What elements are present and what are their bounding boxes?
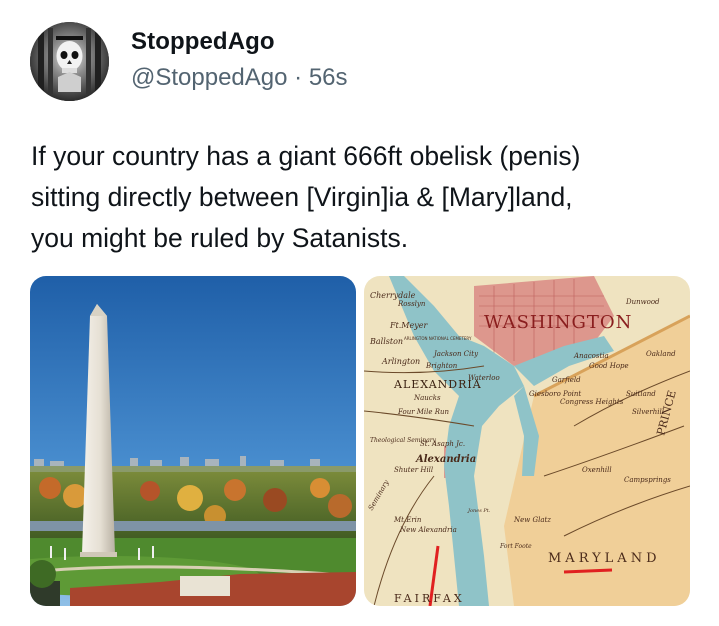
- map-label-waterloo: Waterloo: [468, 374, 500, 382]
- washington-monument-photo[interactable]: [30, 276, 356, 606]
- map-label-alexandria: Alexandria: [415, 454, 476, 465]
- map-label-arlington-cemetery: ARLINGTON NATIONAL CEMETERY: [404, 336, 472, 341]
- map-label-maryland: MARYLAND: [548, 551, 661, 566]
- map-label-new-glatz: New Glatz: [513, 516, 551, 524]
- avatar-skull-icon: [30, 22, 109, 101]
- map-label-new-alexandria: New Alexandria: [399, 526, 457, 534]
- map-label-suitland: Suitland: [626, 390, 656, 398]
- map-label-garfield: Garfield: [552, 376, 581, 384]
- author-name[interactable]: StoppedAgo: [131, 28, 275, 56]
- map-label-naucks: Naucks: [413, 394, 441, 402]
- post-time[interactable]: 56s: [309, 64, 348, 91]
- map-label-brighton: Brighton: [425, 362, 458, 370]
- map-label-campsprings: Campsprings: [624, 476, 671, 484]
- map-label-dunwood: Dunwood: [625, 298, 660, 306]
- meta-separator: ·: [294, 64, 303, 91]
- map-label-washington: WASHINGTON: [484, 312, 632, 333]
- map-label-fort-foote: Fort Foote: [499, 543, 532, 550]
- map-label-ballston: Ballston: [369, 337, 403, 346]
- map-label-oakland: Oakland: [646, 350, 676, 358]
- map-label-shuter-hill: Shuter Hill: [394, 466, 433, 474]
- map-label-good-hope: Good Hope: [589, 362, 629, 370]
- avatar[interactable]: [30, 22, 109, 101]
- author-meta: @StoppedAgo · 56s: [131, 64, 348, 92]
- map-label-mt-erin: Mt.Erin: [393, 516, 422, 524]
- map-label-arlington: Arlington: [381, 357, 420, 366]
- map-label-oxenhill: Oxenhill: [582, 466, 612, 474]
- post-card: StoppedAgo @StoppedAgo · 56s If your cou…: [0, 0, 719, 626]
- map-label-anacostia: Anacostia: [573, 352, 609, 360]
- map-label-rosslyn: Rosslyn: [397, 300, 426, 308]
- map-label-jones-pt: Jones Pt.: [467, 508, 491, 514]
- map-label-fairfax: FAIRFAX: [394, 592, 465, 605]
- map-label-four-mile-run: Four Mile Run: [397, 408, 450, 416]
- historic-map-of-washington-region[interactable]: Cherrydale Rosslyn Ft.Meyer WASHINGTON B…: [364, 276, 690, 606]
- map-label-jackson-city: Jackson City: [432, 350, 479, 358]
- media-gallery: Cherrydale Rosslyn Ft.Meyer WASHINGTON B…: [30, 276, 690, 606]
- author-handle[interactable]: @StoppedAgo: [131, 64, 287, 91]
- map-label-cherrydale: Cherrydale: [370, 291, 416, 300]
- map-label-ft-meyer: Ft.Meyer: [389, 321, 428, 330]
- map-label-congress-heights: Congress Heights: [560, 398, 624, 406]
- map-label-st-asaph: St. Asaph Jc.: [420, 440, 465, 448]
- post-text: If your country has a giant 666ft obelis…: [31, 141, 581, 253]
- map-label-giesboro-point: Giesboro Point: [529, 390, 581, 398]
